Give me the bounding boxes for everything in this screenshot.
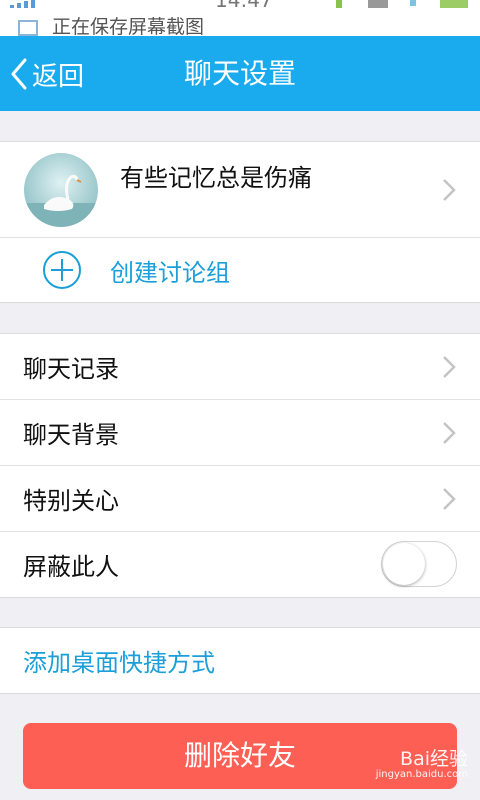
title-bar: 返回 聊天设置	[0, 36, 480, 111]
add-shortcut-label: 添加桌面快捷方式	[23, 649, 215, 677]
block-user-row: 屏蔽此人	[0, 532, 480, 597]
add-shortcut-row[interactable]: 添加桌面快捷方式	[0, 628, 480, 693]
block-user-label: 屏蔽此人	[23, 553, 119, 581]
block-user-toggle[interactable]	[381, 541, 457, 587]
special-care-label: 特别关心	[23, 487, 119, 515]
signal-icon	[10, 0, 35, 8]
toggle-knob	[383, 543, 425, 585]
create-group-label: 创建讨论组	[110, 258, 230, 287]
avatar[interactable]	[24, 153, 98, 227]
download-icon	[410, 0, 416, 6]
chat-background-label: 聊天背景	[23, 421, 119, 449]
battery-icon	[368, 0, 388, 8]
chat-background-row[interactable]: 聊天背景	[0, 400, 480, 466]
special-care-row[interactable]: 特别关心	[0, 466, 480, 532]
watermark-text: Bai经验	[400, 748, 468, 770]
chevron-right-icon	[443, 355, 456, 378]
profile-card: 有些记忆总是伤痛 创建讨论组	[0, 141, 480, 303]
watermark-sub: jingyan.baidu.com	[375, 769, 468, 780]
battery-level-icon	[440, 0, 468, 8]
chevron-right-icon	[443, 487, 456, 510]
page-title: 聊天设置	[183, 57, 296, 90]
image-icon	[18, 20, 38, 36]
chat-history-row[interactable]: 聊天记录	[0, 334, 480, 400]
avatar-swan	[24, 153, 98, 227]
chat-history-label: 聊天记录	[23, 355, 119, 383]
status-time: 14:47	[215, 0, 273, 12]
settings-card: 聊天记录 聊天背景 特别关心 屏蔽此人	[0, 333, 480, 598]
chevron-right-icon	[443, 421, 456, 444]
status-bar: 正在保存屏幕截图 14:47	[0, 0, 480, 36]
plus-circle-icon	[43, 251, 81, 289]
notification-text: 正在保存屏幕截图	[52, 16, 205, 36]
profile-row[interactable]: 有些记忆总是伤痛	[0, 142, 480, 238]
create-group-row[interactable]: 创建讨论组	[0, 238, 480, 302]
profile-name: 有些记忆总是伤痛	[120, 164, 312, 192]
wifi-icon	[336, 0, 342, 8]
shortcut-card: 添加桌面快捷方式	[0, 627, 480, 694]
watermark: Bai经验 jingyan.baidu.com	[376, 744, 468, 780]
chevron-right-icon	[443, 178, 456, 201]
